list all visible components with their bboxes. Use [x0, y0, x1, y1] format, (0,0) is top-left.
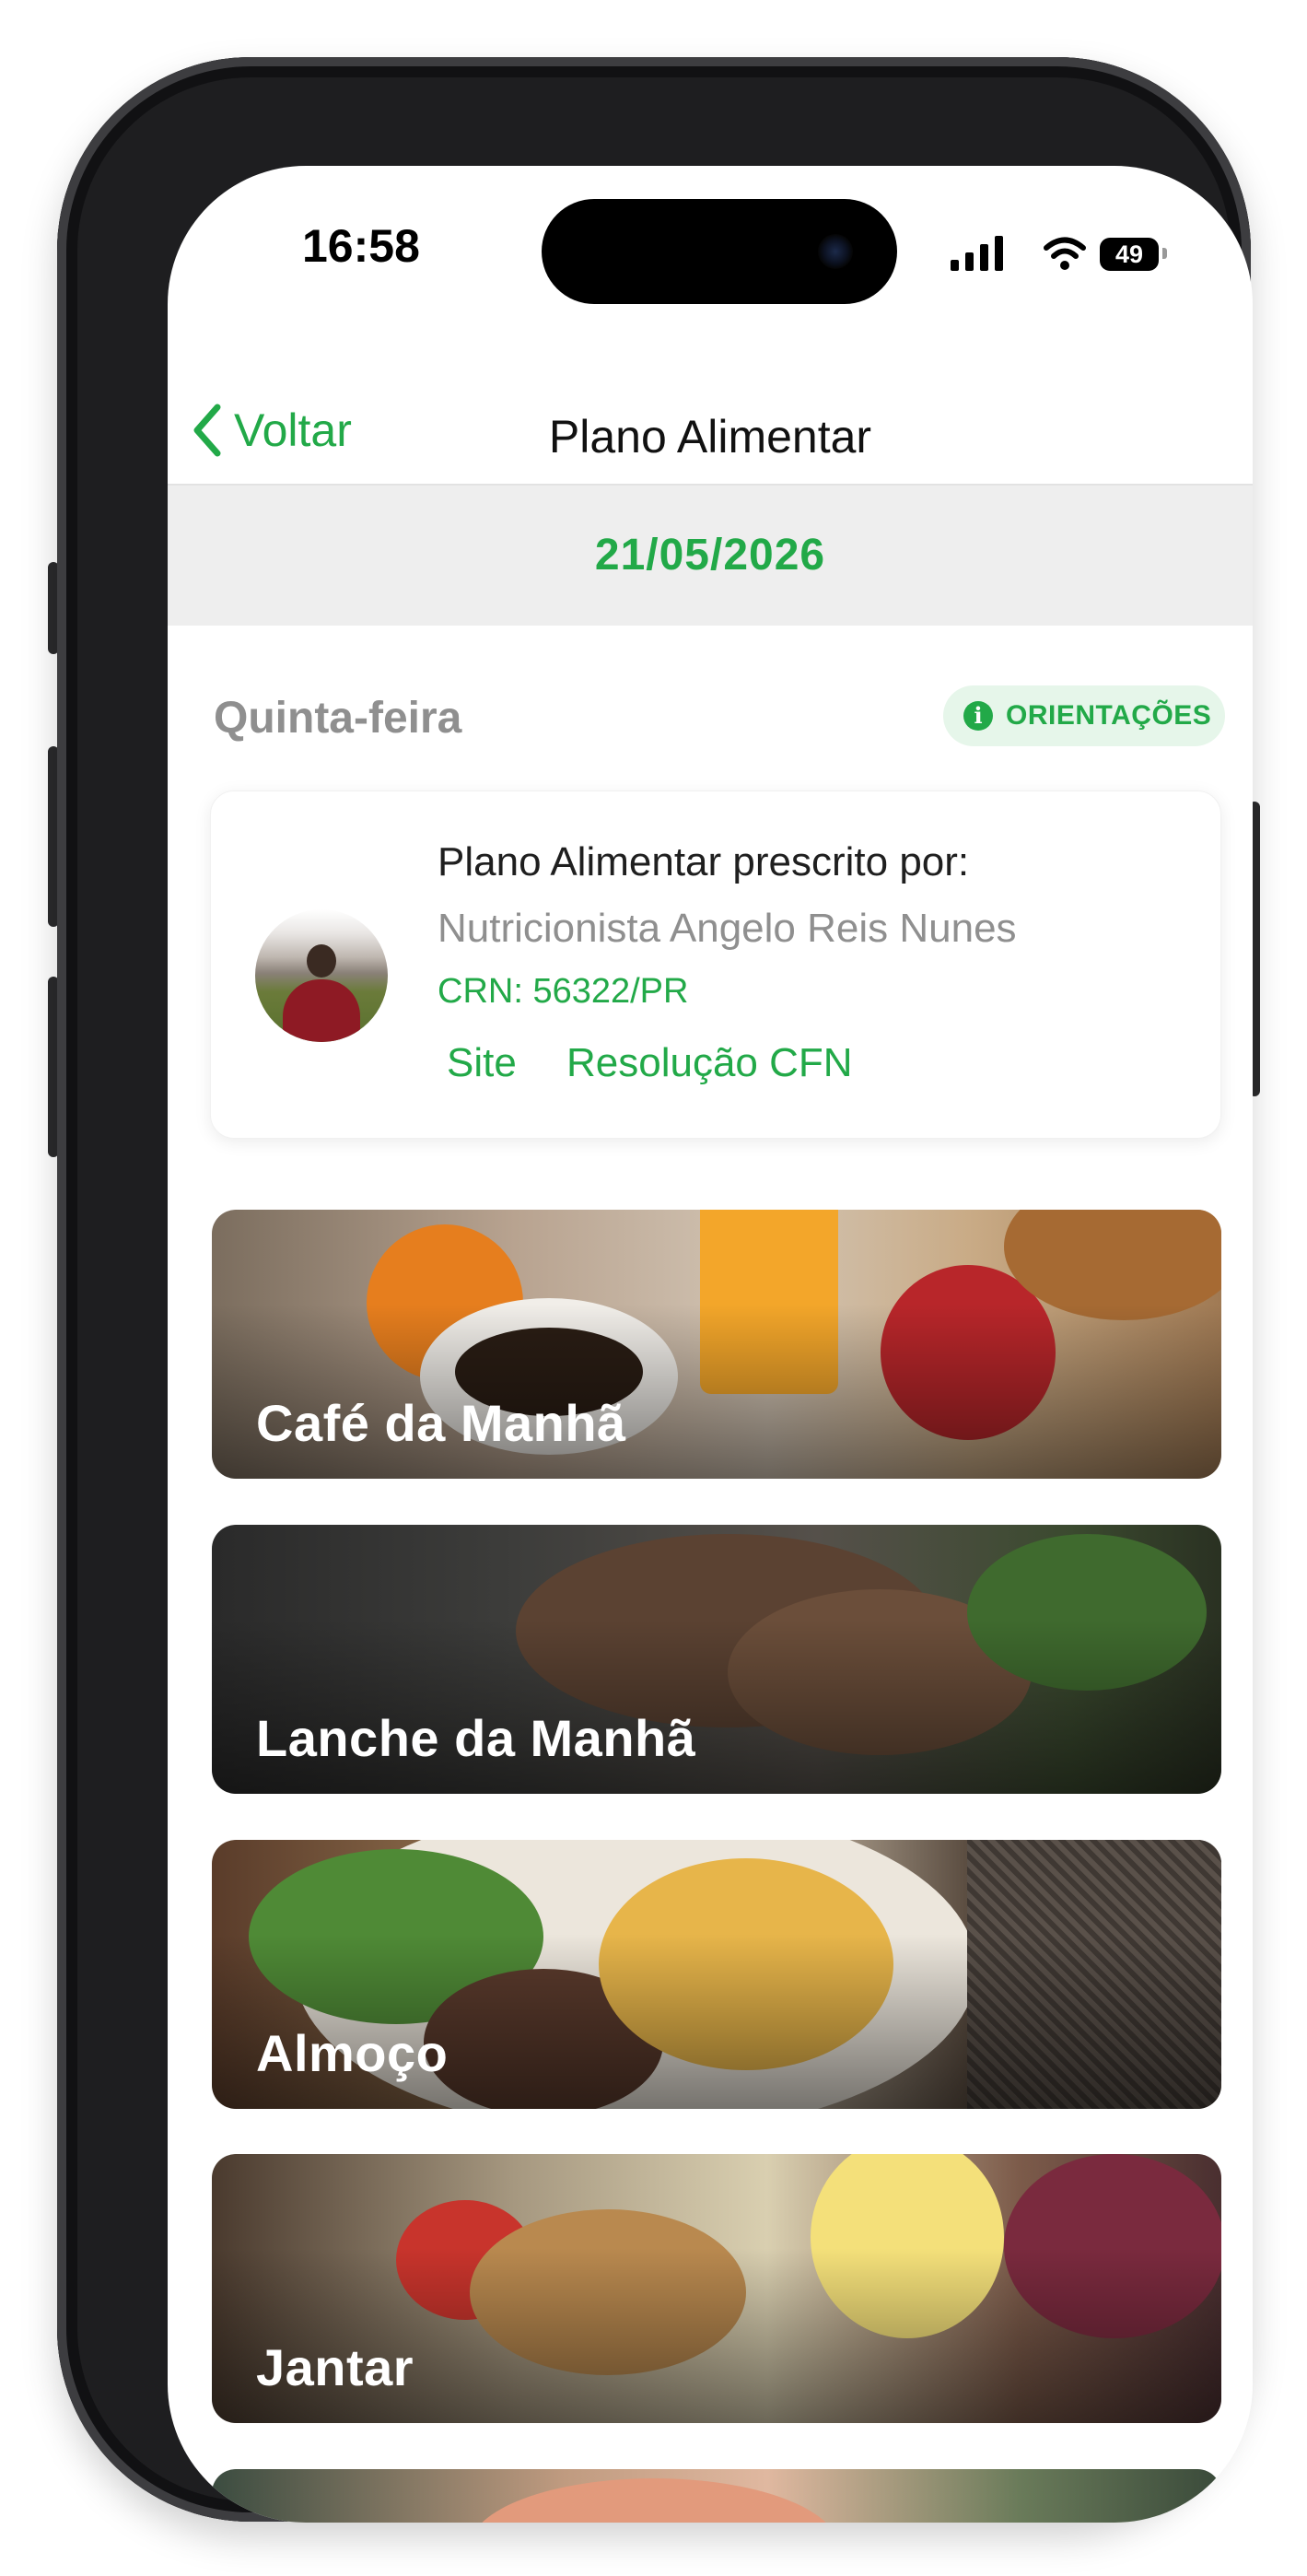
- page-title: Plano Alimentar: [548, 411, 872, 463]
- resolucao-cfn-link[interactable]: Resolução CFN: [566, 1040, 853, 1086]
- wifi-icon: [1044, 237, 1086, 270]
- nav-bar: Voltar Plano Alimentar: [168, 373, 1253, 486]
- screen: 16:58 49 Voltar Plano Alimentar 21/05/20…: [168, 166, 1253, 2523]
- prescriber-heading: Plano Alimentar prescrito por:: [438, 839, 970, 884]
- prescriber-crn: CRN: 56322/PR: [438, 972, 689, 1011]
- meal-card-jantar[interactable]: Jantar: [212, 2154, 1221, 2423]
- signal-icon: [951, 234, 1024, 271]
- avatar-body: [283, 979, 360, 1042]
- meal-shade: [212, 2469, 1221, 2523]
- status-time: 16:58: [302, 220, 420, 272]
- meal-title: Café da Manhã: [256, 1394, 626, 1452]
- dynamic-island: [542, 199, 897, 304]
- orientacoes-label: ORIENTAÇÕES: [1006, 700, 1212, 731]
- meal-title: Jantar: [256, 2338, 414, 2396]
- info-icon: i: [963, 701, 993, 731]
- meal-card-cafe-da-manha[interactable]: Café da Manhã: [212, 1210, 1221, 1479]
- avatar: [255, 909, 388, 1042]
- date-band[interactable]: 21/05/2026: [168, 486, 1253, 626]
- avatar-head: [307, 944, 336, 978]
- camera-icon: [818, 234, 853, 269]
- battery-icon: 49: [1100, 238, 1159, 271]
- prescriber-card: Plano Alimentar prescrito por: Nutricion…: [210, 790, 1221, 1139]
- site-link[interactable]: Site: [447, 1040, 517, 1086]
- battery-tip: [1162, 248, 1167, 259]
- weekday-label: Quinta-feira: [214, 694, 462, 743]
- orientacoes-button[interactable]: i ORIENTAÇÕES: [943, 685, 1225, 746]
- selected-date: 21/05/2026: [594, 531, 826, 580]
- meal-title: Lanche da Manhã: [256, 1709, 696, 1767]
- meal-card-lanche-da-manha[interactable]: Lanche da Manhã: [212, 1525, 1221, 1794]
- meal-title: Almoço: [256, 2024, 449, 2082]
- meal-card-partial[interactable]: [212, 2469, 1221, 2523]
- status-icons: 49: [951, 234, 1190, 275]
- meal-card-almoco[interactable]: Almoço: [212, 1840, 1221, 2109]
- phone-frame: 16:58 49 Voltar Plano Alimentar 21/05/20…: [57, 57, 1253, 2523]
- prescriber-name: Nutricionista Angelo Reis Nunes: [438, 906, 1017, 951]
- status-bar: 16:58 49: [168, 166, 1253, 350]
